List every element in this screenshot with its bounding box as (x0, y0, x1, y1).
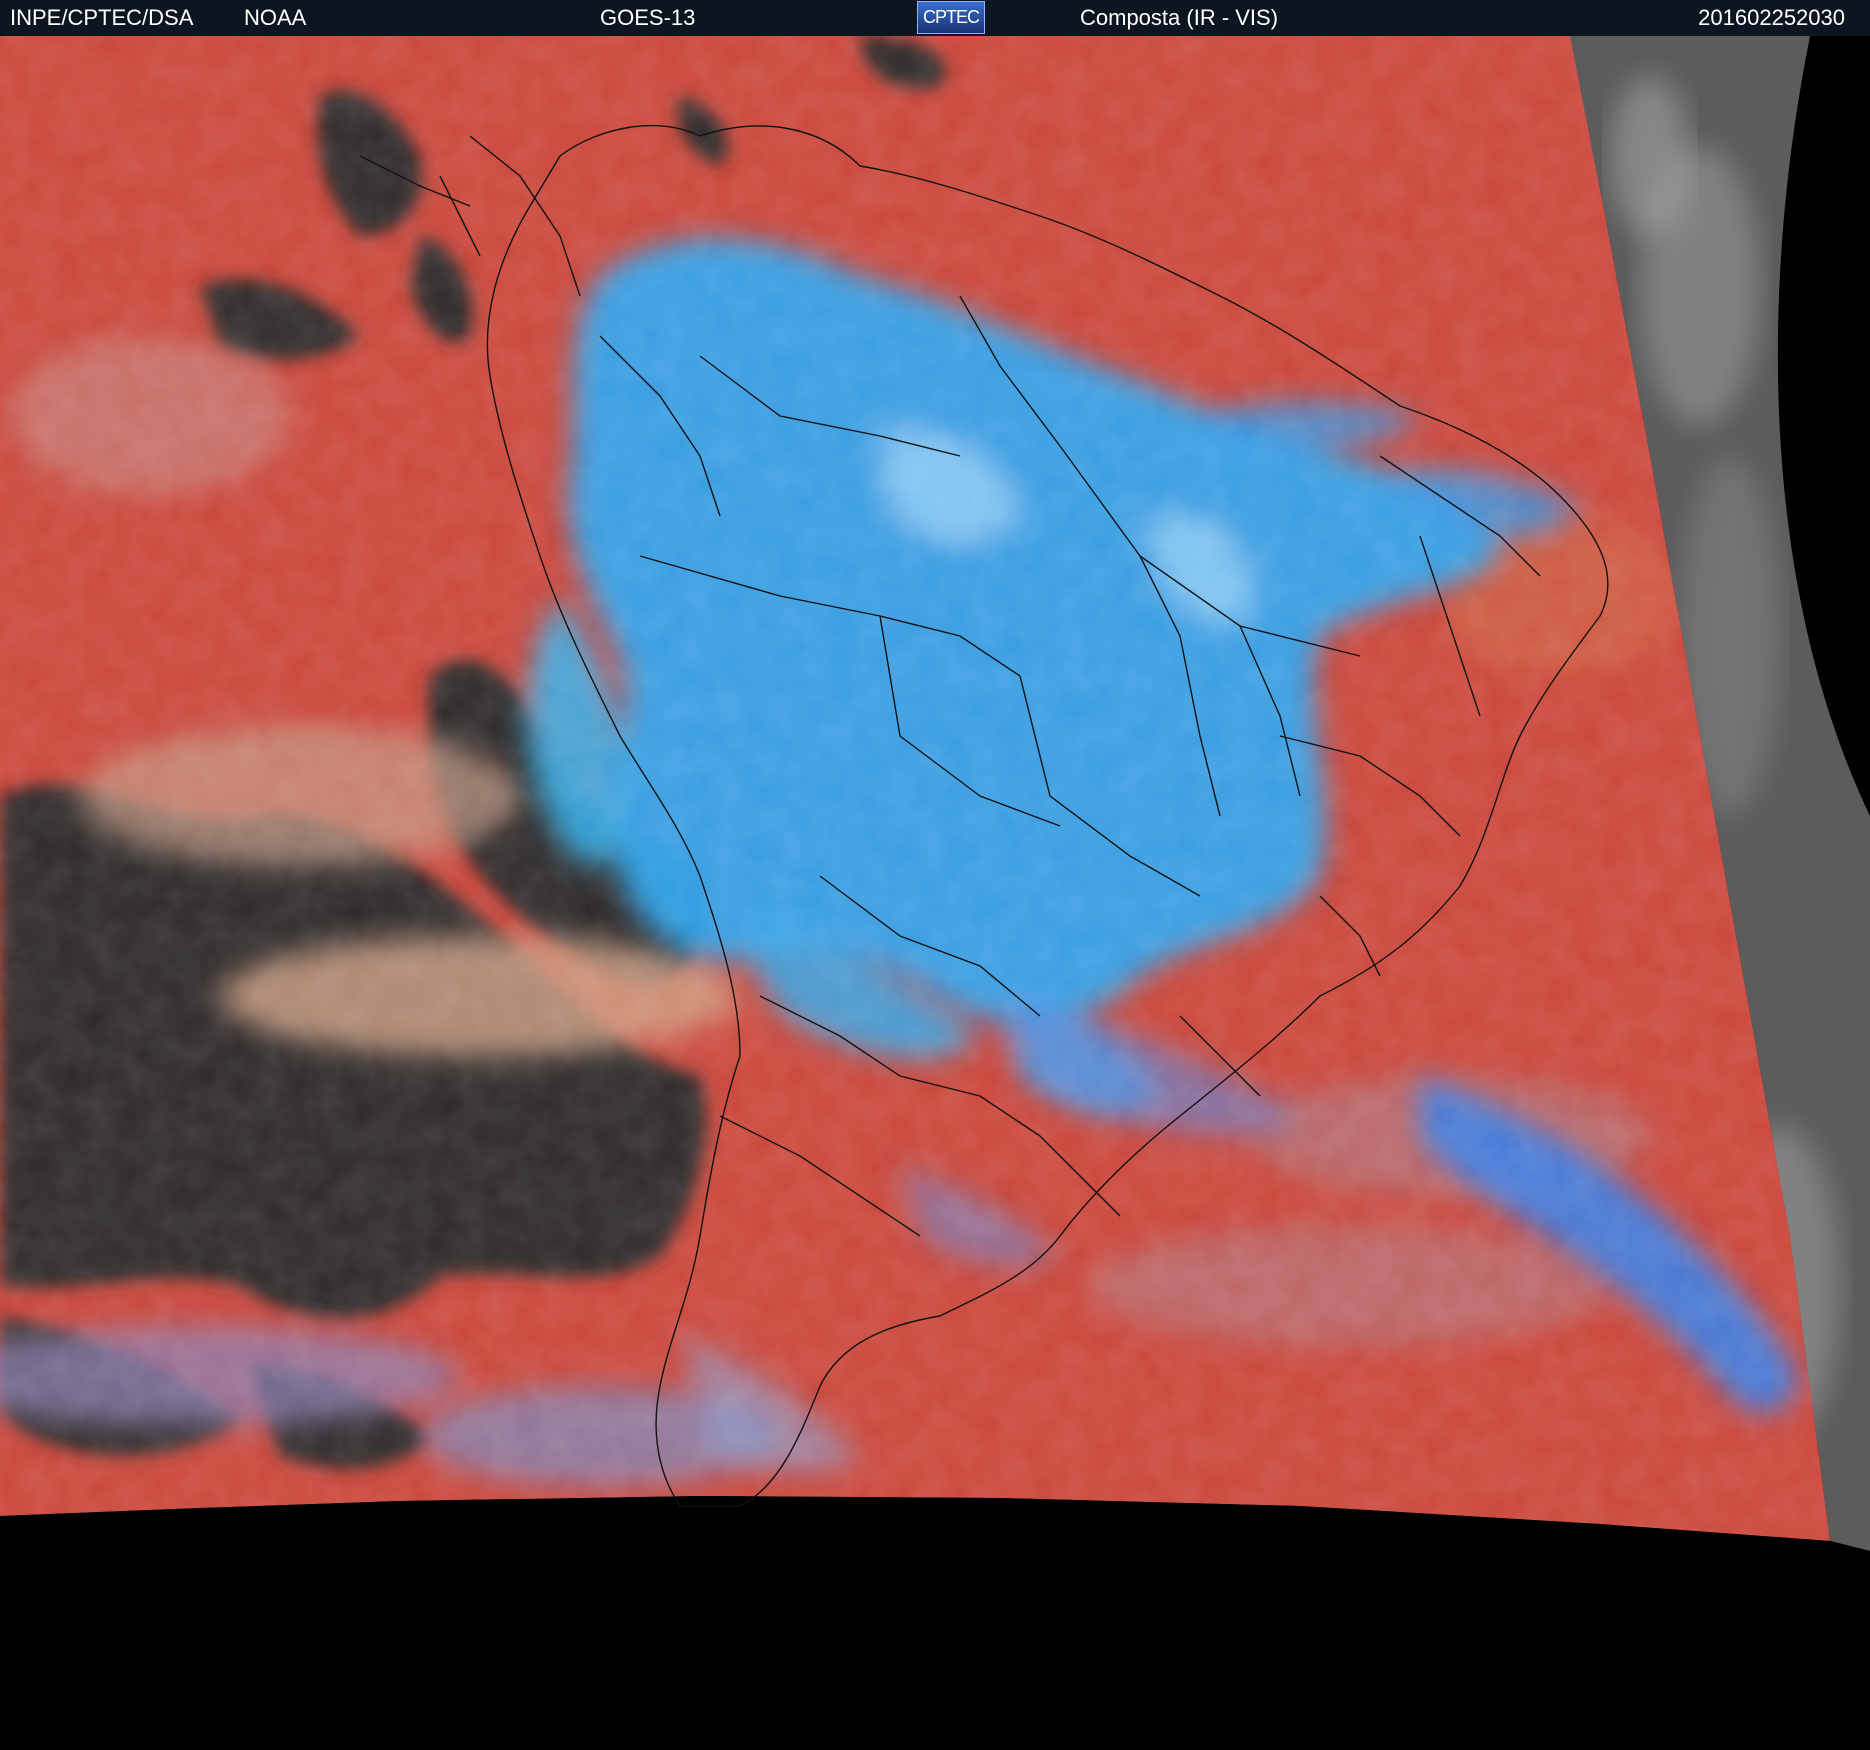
satellite-label: GOES-13 (600, 5, 696, 30)
composite-ir-vis-region (0, 36, 1830, 1541)
image-header-bar: INPE/CPTEC/DSA NOAA GOES-13 CPTEC Compos… (0, 0, 1870, 36)
institution-label: INPE/CPTEC/DSA (10, 5, 194, 30)
product-label: Composta (IR - VIS) (1080, 5, 1279, 30)
satellite-composite-image (0, 36, 1870, 1750)
space-background (0, 1496, 1870, 1750)
timestamp-label: 201602252030 (1698, 5, 1845, 30)
cptec-logo: CPTEC (917, 1, 985, 34)
agency-label: NOAA (244, 5, 307, 30)
